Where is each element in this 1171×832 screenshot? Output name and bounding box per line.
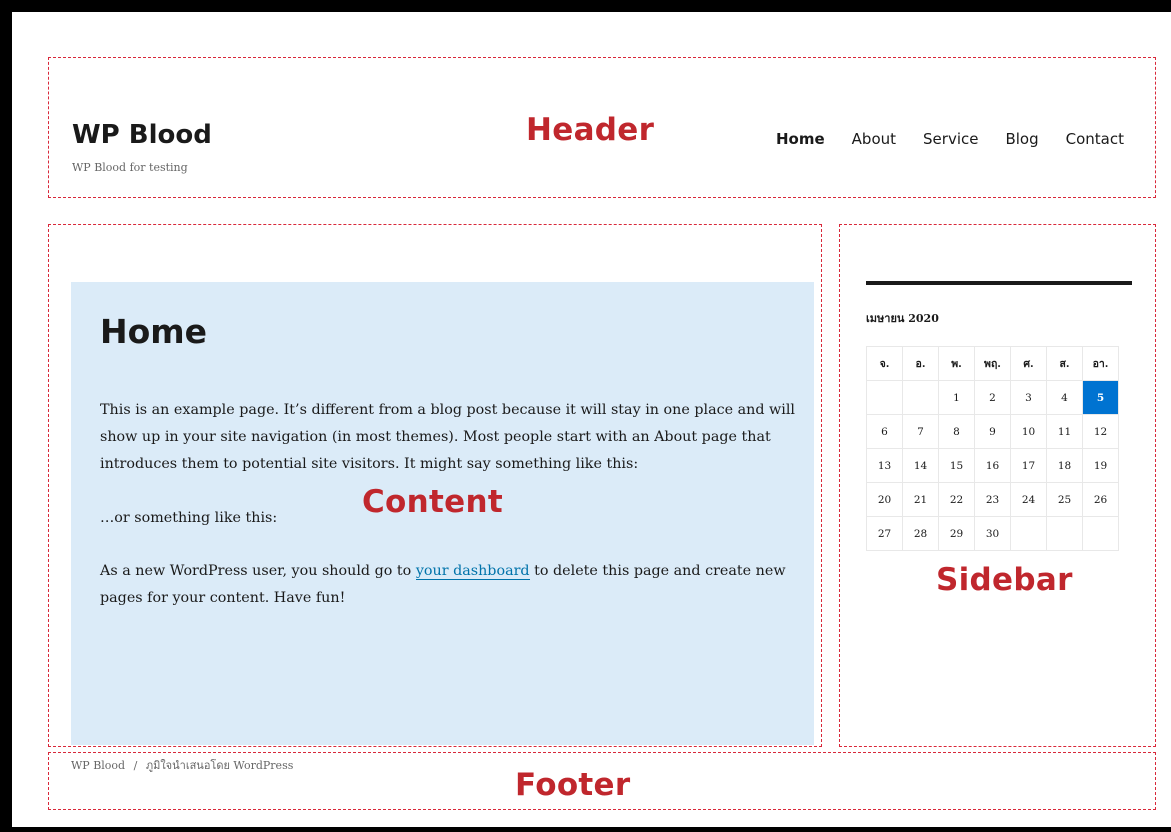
calendar-day: 26 [1082,482,1119,517]
calendar-week-row: 12345 [866,380,1119,415]
calendar-day: 14 [902,448,939,483]
calendar-day: 12 [1082,414,1119,449]
header-region-label: Header [526,112,655,148]
calendar-day: 7 [902,414,939,449]
calendar-weekday: ส. [1046,346,1083,381]
calendar-day: 30 [974,516,1011,551]
footer-site-link[interactable]: WP Blood [71,759,125,772]
calendar-day: 19 [1082,448,1119,483]
calendar-day: 28 [902,516,939,551]
calendar-week-row: 27 28 29 30 [866,516,1119,551]
frame-top-border [0,0,1171,12]
main-navigation: Home About Service Blog Contact [760,130,1124,154]
calendar-day: 27 [866,516,903,551]
nav-service[interactable]: Service [923,130,978,154]
calendar-day: 4 [1046,380,1083,415]
calendar-weekday: ศ. [1010,346,1047,381]
sidebar-region-label: Sidebar [936,562,1073,598]
calendar-day: 15 [938,448,975,483]
calendar-empty-cell [1010,516,1047,551]
calendar-day: 20 [866,482,903,517]
calendar-day: 23 [974,482,1011,517]
footer-wordpress-link[interactable]: ภูมิใจนำเสนอโดย WordPress [146,759,294,772]
calendar-day: 11 [1046,414,1083,449]
calendar-weekday: พ. [938,346,975,381]
frame-bottom-border [0,827,1171,832]
nav-contact[interactable]: Contact [1066,130,1124,154]
calendar-empty-cell [1082,516,1119,551]
calendar-weekday: จ. [866,346,903,381]
frame-left-border [0,0,12,832]
calendar-day: 3 [1010,380,1047,415]
calendar-header-row: จ. อ. พ. พฤ. ศ. ส. อา. [866,346,1119,381]
calendar-day: 24 [1010,482,1047,517]
site-title[interactable]: WP Blood [72,120,212,150]
widget-divider [866,281,1132,285]
calendar-empty-cell [1046,516,1083,551]
calendar-widget: จ. อ. พ. พฤ. ศ. ส. อา. 1 2 3 4 5 6 7 8 9 10 11 12 13 14 15 16… [866,346,1119,551]
calendar-weekday: อา. [1082,346,1119,381]
footer-region-label: Footer [515,767,631,803]
nav-about[interactable]: About [852,130,896,154]
calendar-day: 25 [1046,482,1083,517]
calendar-day: 29 [938,516,975,551]
calendar-day: 9 [974,414,1011,449]
calendar-empty-cell [866,380,903,415]
calendar-day: 17 [1010,448,1047,483]
calendar-day: 18 [1046,448,1083,483]
calendar-empty-cell [902,380,939,415]
calendar-weekday: พฤ. [974,346,1011,381]
content-region-label: Content [362,484,503,520]
calendar-day: 1 [938,380,975,415]
site-description: WP Blood for testing [72,161,188,174]
calendar-day: 21 [902,482,939,517]
content-paragraph: As a new WordPress user, you should go t… [100,558,800,612]
footer-credit: WP Blood / ภูมิใจนำเสนอโดย WordPress [71,756,293,774]
calendar-body: 1 2 3 4 5 6 7 8 9 10 11 12 13 14 15 16 17 18 19 20 21 22 23 24 2… [866,380,1119,551]
dashboard-link[interactable]: your dashboard [415,563,530,580]
page-title: Home [100,312,208,351]
content-paragraph: This is an example page. It’s different … [100,402,795,472]
calendar-caption: เมษายน 2020 [866,312,939,325]
calendar-weekday: อ. [902,346,939,381]
paragraph-text: As a new WordPress user, you should go t… [100,563,416,579]
calendar-day: 22 [938,482,975,517]
calendar-day: 6 [866,414,903,449]
footer-separator: / [133,759,138,772]
calendar-day: 8 [938,414,975,449]
calendar-week-row: 6 7 8 9 10 11 12 [866,414,1119,449]
calendar-week-row: 20 21 22 23 24 25 26 [866,482,1119,517]
nav-home[interactable]: Home [776,130,825,154]
calendar-day: 16 [974,448,1011,483]
calendar-week-row: 13 14 15 16 17 18 19 [866,448,1119,483]
nav-blog[interactable]: Blog [1005,130,1038,154]
calendar-day: 2 [974,380,1011,415]
calendar-day: 13 [866,448,903,483]
calendar-day: 10 [1010,414,1047,449]
calendar-day: 5 [1082,380,1119,415]
